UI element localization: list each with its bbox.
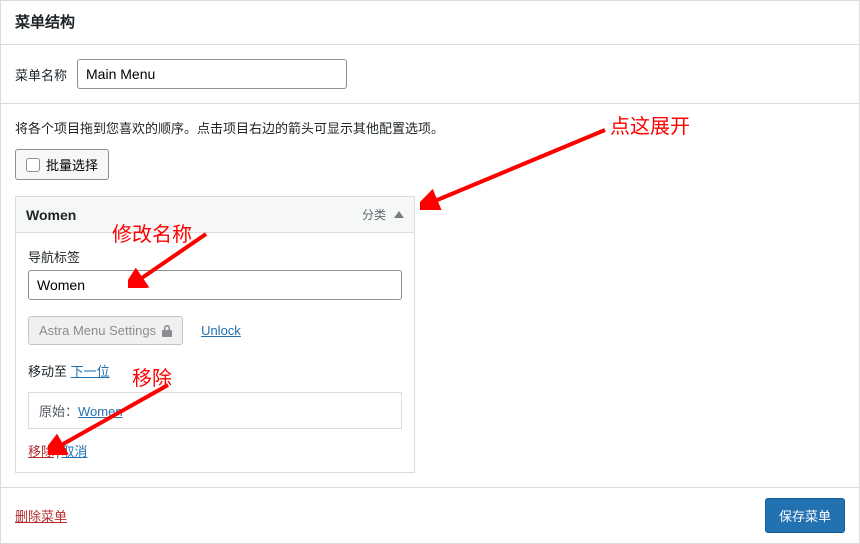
annotation-remove: 移除 (132, 362, 172, 391)
annotation-expand: 点这展开 (610, 110, 690, 139)
collapse-toggle-icon[interactable] (394, 211, 404, 218)
move-next-link[interactable]: 下一位 (71, 364, 110, 379)
delete-menu-link[interactable]: 删除菜单 (15, 506, 67, 525)
nav-label-caption: 导航标签 (28, 247, 402, 266)
footer: 删除菜单 保存菜单 (1, 487, 859, 543)
nav-label-input[interactable] (28, 270, 402, 300)
menu-item-type: 分类 (362, 206, 386, 223)
astra-settings-label: Astra Menu Settings (39, 323, 156, 338)
bulk-select-button[interactable]: 批量选择 (15, 149, 109, 180)
checkbox-icon (26, 158, 40, 172)
astra-settings-button: Astra Menu Settings (28, 316, 183, 345)
annotation-arrow-expand (420, 125, 620, 210)
bulk-select-label: 批量选择 (46, 155, 98, 174)
unlock-link[interactable]: Unlock (201, 323, 241, 338)
menu-item-title: Women (26, 207, 76, 223)
panel-header: 菜单结构 (1, 0, 859, 45)
menu-name-label: 菜单名称 (15, 65, 67, 84)
menu-item-header[interactable]: Women 分类 (16, 197, 414, 233)
annotation-rename: 修改名称 (112, 218, 192, 247)
move-to-label: 移动至 (28, 364, 67, 379)
move-row: 移动至 下一位 (28, 361, 402, 380)
lock-icon (162, 325, 172, 337)
annotation-arrow-remove (48, 380, 178, 455)
menu-name-row: 菜单名称 (1, 45, 859, 104)
menu-name-input[interactable] (77, 59, 347, 89)
save-menu-button[interactable]: 保存菜单 (765, 498, 845, 533)
panel-title: 菜单结构 (15, 11, 845, 32)
